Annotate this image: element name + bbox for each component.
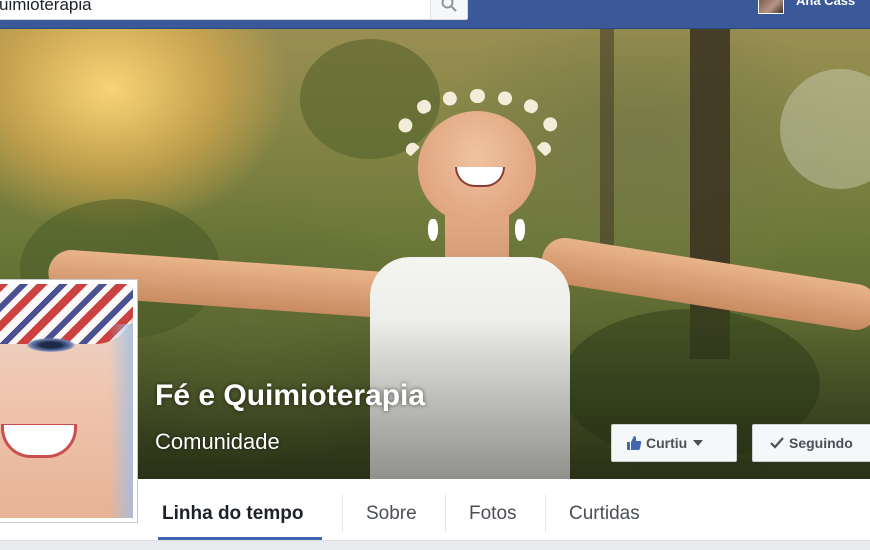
search-box[interactable]: uimioterapia bbox=[0, 0, 468, 20]
smile bbox=[1, 424, 77, 458]
tab-photos[interactable]: Fotos bbox=[469, 503, 517, 525]
following-label: Seguindo bbox=[789, 435, 853, 451]
tab-divider bbox=[445, 494, 446, 532]
profile-picture[interactable] bbox=[0, 279, 138, 523]
earring bbox=[515, 219, 525, 241]
page-category[interactable]: Comunidade bbox=[155, 429, 280, 455]
search-input[interactable]: uimioterapia bbox=[0, 0, 92, 15]
search-button[interactable] bbox=[430, 0, 467, 19]
tab-divider bbox=[342, 494, 343, 532]
earring bbox=[428, 219, 438, 241]
tab-likes[interactable]: Curtidas bbox=[569, 503, 640, 525]
liked-label: Curtiu bbox=[646, 435, 688, 451]
page-title[interactable]: Fé e Quimioterapia bbox=[155, 379, 425, 413]
top-bar: uimioterapia Ana Cass bbox=[0, 0, 870, 29]
background-edge bbox=[109, 324, 133, 518]
page-background bbox=[0, 541, 870, 550]
tab-divider bbox=[545, 494, 546, 532]
flower-crown bbox=[398, 89, 558, 169]
user-name-link[interactable]: Ana Cass bbox=[796, 0, 855, 8]
following-button[interactable]: Seguindo bbox=[752, 424, 870, 462]
eye bbox=[27, 338, 75, 352]
tab-about[interactable]: Sobre bbox=[366, 503, 417, 525]
tab-timeline[interactable]: Linha do tempo bbox=[162, 503, 303, 525]
liked-button[interactable]: Curtiu bbox=[611, 424, 737, 462]
chevron-down-icon bbox=[693, 440, 704, 446]
sky-gap bbox=[780, 69, 870, 189]
profile-image bbox=[0, 284, 133, 518]
user-avatar[interactable] bbox=[758, 0, 784, 14]
thumbs-up-icon bbox=[627, 436, 642, 450]
search-icon bbox=[441, 0, 457, 12]
active-tab-indicator bbox=[158, 537, 322, 540]
checkmark-icon bbox=[770, 437, 784, 449]
